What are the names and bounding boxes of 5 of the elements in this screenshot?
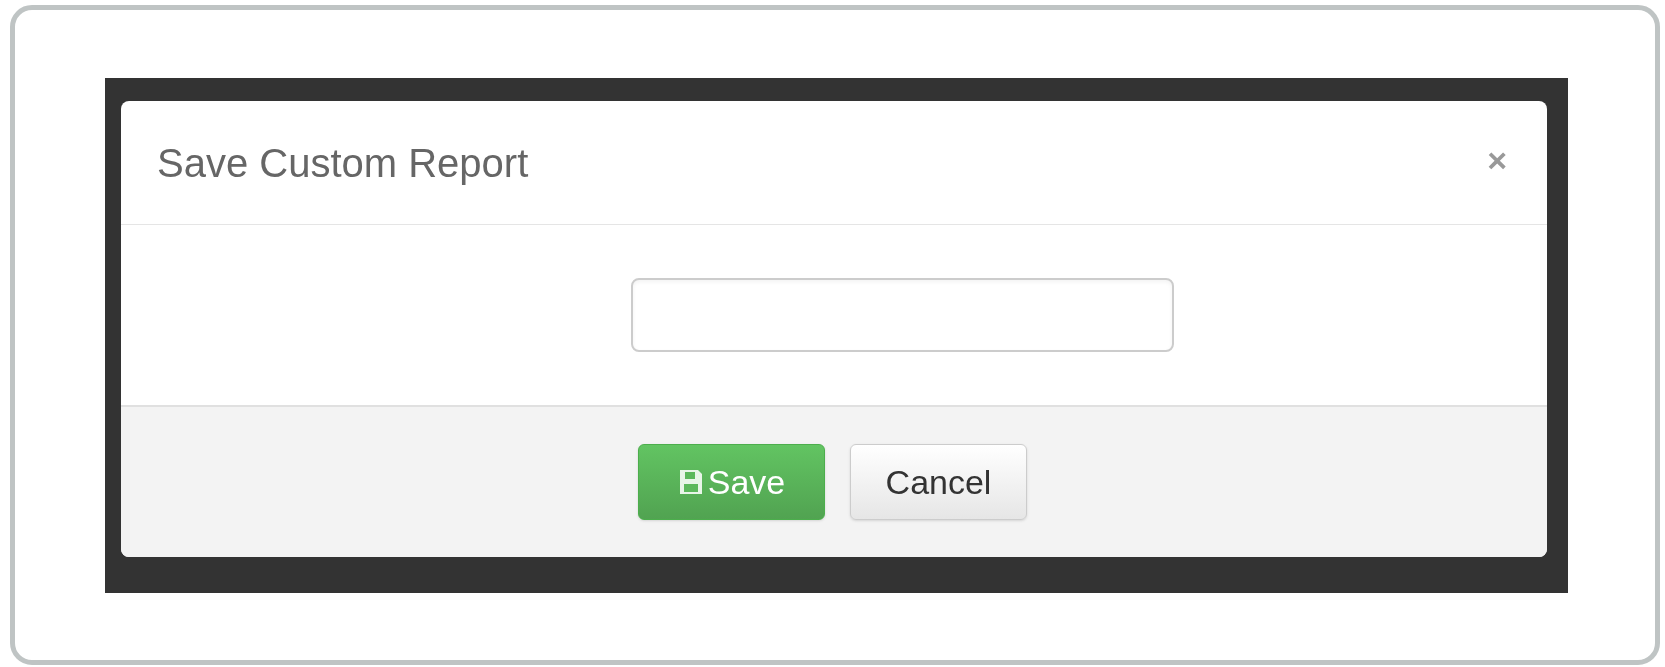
close-button[interactable]: × [1487, 143, 1507, 177]
cancel-button[interactable]: Cancel [850, 444, 1027, 520]
report-name-field[interactable] [631, 278, 1174, 352]
dialog-title: Save Custom Report [157, 143, 529, 183]
save-button[interactable]: Save [638, 444, 825, 520]
